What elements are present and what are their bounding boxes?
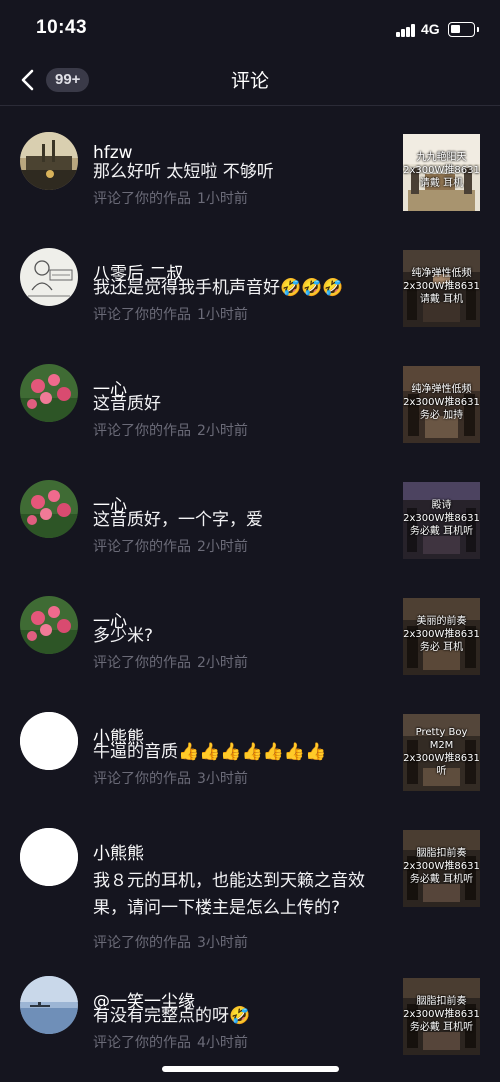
comment-time: 2小时前 <box>197 423 248 439</box>
sketch-icon <box>20 248 78 306</box>
comment-meta: 评论了你的作品 1小时前 <box>93 188 248 208</box>
comment-text: 多少米? <box>93 626 154 646</box>
comment-meta: 评论了你的作品 2小时前 <box>93 652 248 672</box>
comment-meta: 评论了你的作品 2小时前 <box>93 536 248 556</box>
comment-time: 2小时前 <box>197 655 248 671</box>
page-title: 评论 <box>230 70 269 92</box>
seascape-icon <box>20 976 78 1034</box>
avatar[interactable] <box>20 248 78 306</box>
battery-icon <box>448 22 479 37</box>
blank-avatar <box>20 712 78 770</box>
comment-text: 牛逼的音质👍👍👍👍👍👍👍 <box>93 742 327 762</box>
video-cover-caption: 九九艳阳天 2x300W推8631 请戴 耳机 <box>403 152 480 189</box>
comment-action: 评论了你的作品 <box>93 539 191 555</box>
comment-time: 2小时前 <box>197 539 248 555</box>
video-thumbnail[interactable]: 九九艳阳天 2x300W推8631 请戴 耳机 <box>403 134 480 211</box>
avatar[interactable] <box>20 480 78 538</box>
video-thumbnail[interactable]: Pretty Boy M2M 2x300W推8631 听 <box>403 714 480 791</box>
comment-action: 评论了你的作品 <box>93 423 191 439</box>
video-thumbnail[interactable]: 胭脂扣前奏 2x300W推8631 务必戴 耳机听 <box>403 830 480 907</box>
comment-meta: 评论了你的作品 1小时前 <box>93 304 248 324</box>
comment-text: 我８元的耳机，也能达到天籁之音效果，请问一下楼主是怎么上传的? <box>93 871 365 918</box>
comment-meta: 评论了你的作品 4小时前 <box>93 1032 248 1052</box>
avatar[interactable] <box>20 712 78 770</box>
video-cover-caption: 胭脂扣前奏 2x300W推8631 务必戴 耳机听 <box>403 848 480 885</box>
video-thumbnail[interactable]: 殿诗 2x300W推8631 务必戴 耳机听 <box>403 482 480 559</box>
status-time: 10:43 <box>36 17 88 38</box>
flower-icon <box>20 364 78 422</box>
flower-icon <box>20 480 78 538</box>
avatar[interactable] <box>20 596 78 654</box>
comment-action: 评论了你的作品 <box>93 935 191 951</box>
comment-time: 1小时前 <box>197 191 248 207</box>
comment-action: 评论了你的作品 <box>93 1035 191 1051</box>
comment-meta: 评论了你的作品 3小时前 <box>93 768 248 788</box>
video-cover-caption: 胭脂扣前奏 2x300W推8631 务必戴 耳机听 <box>403 996 480 1033</box>
video-cover-caption: 殿诗 2x300W推8631 务必戴 耳机听 <box>403 500 480 537</box>
comment-text: 这音质好 <box>93 394 161 414</box>
avatar[interactable] <box>20 976 78 1034</box>
video-thumbnail[interactable]: 纯净弹性低频 2x300W推8631 请戴 耳机 <box>403 250 480 327</box>
comment-time: 3小时前 <box>197 771 248 787</box>
comment-time: 4小时前 <box>197 1035 248 1051</box>
avatar[interactable] <box>20 364 78 422</box>
signal-icon <box>396 24 416 37</box>
video-thumbnail[interactable]: 纯净弹性低频 2x300W推8631 务必 加持 <box>403 366 480 443</box>
blank-avatar <box>20 828 78 886</box>
landscape-icon <box>20 132 78 190</box>
comment-time: 1小时前 <box>197 307 248 323</box>
comment-action: 评论了你的作品 <box>93 771 191 787</box>
video-thumbnail[interactable]: 胭脂扣前奏 2x300W推8631 务必戴 耳机听 <box>403 978 480 1055</box>
nav-bar: 99+ 评论 <box>0 56 500 106</box>
video-cover-caption: Pretty Boy M2M 2x300W推8631 听 <box>403 727 480 777</box>
status-bar: 10:43 4G <box>0 0 500 56</box>
video-cover-caption: 美丽的前奏 2x300W推8631 务必 耳机 <box>403 616 480 653</box>
comment-username[interactable]: 小熊熊 <box>93 839 144 864</box>
home-indicator[interactable] <box>162 1066 339 1072</box>
comment-action: 评论了你的作品 <box>93 191 191 207</box>
comment-text: 有没有完整点的呀🤣 <box>93 1006 251 1026</box>
network-type: 4G <box>421 21 440 37</box>
video-thumbnail[interactable]: 美丽的前奏 2x300W推8631 务必 耳机 <box>403 598 480 675</box>
comment-text: 那么好听 太短啦 不够听 <box>93 162 274 182</box>
flower-icon <box>20 596 78 654</box>
comment-action: 评论了你的作品 <box>93 307 191 323</box>
comment-text: 我还是觉得我手机声音好🤣🤣🤣 <box>93 278 344 298</box>
comment-meta: 评论了你的作品 2小时前 <box>93 420 248 440</box>
video-cover-caption: 纯净弹性低频 2x300W推8631 请戴 耳机 <box>403 268 480 305</box>
avatar[interactable] <box>20 132 78 190</box>
comment-text: 这音质好，一个字，爱 <box>93 510 263 530</box>
comment-action: 评论了你的作品 <box>93 655 191 671</box>
avatar[interactable] <box>20 828 78 886</box>
comment-time: 3小时前 <box>197 935 248 951</box>
video-cover-caption: 纯净弹性低频 2x300W推8631 务必 加持 <box>403 384 480 421</box>
comment-meta: 评论了你的作品 3小时前 <box>93 932 248 952</box>
